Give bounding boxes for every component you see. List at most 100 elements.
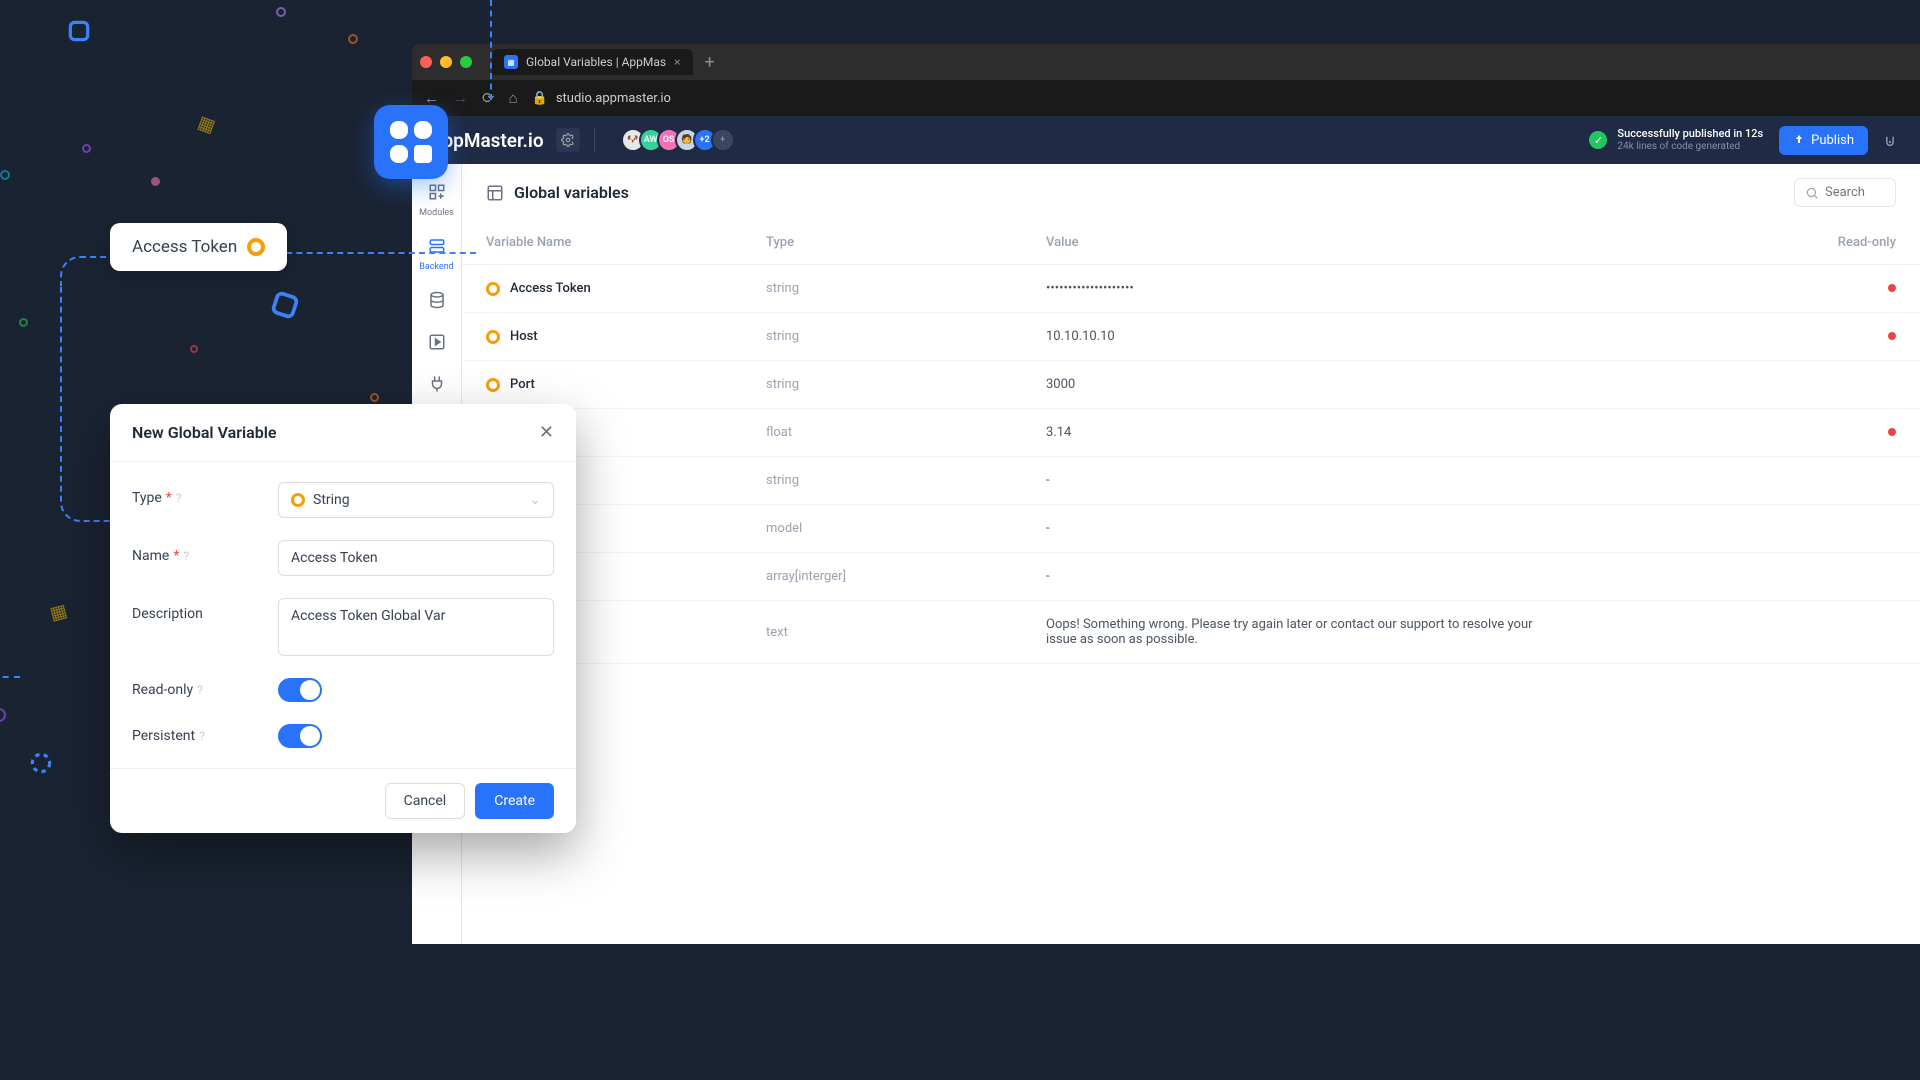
sidebar-item-play[interactable] bbox=[417, 322, 457, 362]
connector-line bbox=[60, 256, 112, 286]
collaborator-avatars: 🐶 AW OS 🧑 +2 + bbox=[627, 128, 735, 152]
help-icon[interactable]: ? bbox=[183, 549, 189, 563]
main-content: Global variables Variable Name Type Valu… bbox=[462, 164, 1920, 944]
connector-line bbox=[490, 0, 492, 100]
table-row[interactable]: array[interger] - bbox=[462, 553, 1920, 601]
readonly-indicator-icon bbox=[1888, 332, 1896, 340]
table-row[interactable]: model - bbox=[462, 505, 1920, 553]
app-logo bbox=[374, 105, 448, 179]
create-button[interactable]: Create bbox=[475, 783, 554, 819]
help-icon[interactable]: ? bbox=[199, 729, 205, 743]
deco-dot-icon bbox=[19, 318, 28, 327]
type-select[interactable]: String ⌄ bbox=[278, 482, 554, 518]
browser-tab-strip: ▦ Global Variables | AppMas × + bbox=[412, 44, 1920, 80]
cancel-button[interactable]: Cancel bbox=[385, 783, 466, 819]
callout-label: Access Token bbox=[132, 237, 237, 257]
type-dot-icon bbox=[486, 378, 500, 392]
url-bar[interactable]: 🔒 studio.appmaster.io bbox=[532, 91, 1908, 106]
table-row[interactable]: text Oops! Something wrong. Please try a… bbox=[462, 601, 1920, 664]
browser-tab[interactable]: ▦ Global Variables | AppMas × bbox=[492, 49, 693, 75]
type-select-value: String bbox=[313, 492, 350, 508]
cell-name: Port bbox=[486, 377, 766, 392]
window-close-icon[interactable] bbox=[420, 56, 432, 68]
type-dot-icon bbox=[486, 330, 500, 344]
field-label-name: Name*? bbox=[132, 540, 278, 564]
string-type-icon bbox=[291, 493, 305, 507]
modal-close-button[interactable]: ✕ bbox=[539, 422, 554, 443]
table-row[interactable]: Host string 10.10.10.10 bbox=[462, 313, 1920, 361]
publish-button[interactable]: Publish bbox=[1779, 126, 1868, 155]
field-label-type: Type*? bbox=[132, 482, 278, 506]
sidebar-item-plug[interactable] bbox=[417, 364, 457, 404]
table-row[interactable]: Port string 3000 bbox=[462, 361, 1920, 409]
col-header-type: Type bbox=[766, 235, 1046, 250]
deco-dot-icon bbox=[0, 170, 10, 180]
nav-forward-icon[interactable]: → bbox=[453, 89, 468, 107]
status-line2: 24k lines of code generated bbox=[1617, 141, 1763, 153]
play-icon bbox=[423, 328, 451, 356]
cell-value: - bbox=[1046, 521, 1816, 536]
table-header: Variable Name Type Value Read-only bbox=[462, 221, 1920, 265]
description-value: Access Token Global Var bbox=[291, 608, 445, 624]
cell-value: Oops! Something wrong. Please try again … bbox=[1046, 617, 1546, 647]
page-header: Global variables bbox=[462, 164, 1920, 221]
col-header-name: Variable Name bbox=[486, 235, 766, 250]
nav-reload-icon[interactable]: ⟳ bbox=[482, 89, 495, 107]
cell-type: string bbox=[766, 329, 1046, 344]
cell-type: model bbox=[766, 521, 1046, 536]
sidebar-item-label: Modules bbox=[419, 208, 454, 218]
browser-window: ▦ Global Variables | AppMas × + ← → ⟳ ⌂ … bbox=[412, 44, 1920, 944]
cell-type: string bbox=[766, 281, 1046, 296]
new-tab-button[interactable]: + bbox=[705, 52, 715, 73]
deco-shape-icon bbox=[66, 18, 92, 44]
window-minimize-icon[interactable] bbox=[440, 56, 452, 68]
readonly-indicator-icon bbox=[1888, 428, 1896, 436]
deco-grid-icon: ▦ bbox=[48, 600, 70, 625]
deco-dot-icon bbox=[0, 708, 6, 722]
help-icon[interactable]: ? bbox=[197, 683, 203, 697]
table-row[interactable]: PI float 3.14 bbox=[462, 409, 1920, 457]
help-icon[interactable]: ? bbox=[176, 491, 182, 505]
type-dot-icon bbox=[486, 282, 500, 296]
gear-icon bbox=[561, 133, 575, 147]
table-row[interactable]: string - bbox=[462, 457, 1920, 505]
chevron-down-icon: ⌄ bbox=[529, 492, 541, 508]
cloud-upload-icon bbox=[1793, 134, 1805, 146]
sidebar-item-database[interactable] bbox=[417, 280, 457, 320]
sidebar-item-modules[interactable]: Modules bbox=[417, 172, 457, 224]
nav-home-icon[interactable]: ⌂ bbox=[509, 89, 518, 107]
modal-body: Type*? String ⌄ Name*? Access Token bbox=[110, 462, 576, 768]
col-header-readonly: Read-only bbox=[1816, 235, 1896, 250]
page-title: Global variables bbox=[514, 183, 629, 202]
tab-close-icon[interactable]: × bbox=[674, 55, 680, 69]
modules-icon bbox=[423, 178, 451, 206]
window-maximize-icon[interactable] bbox=[460, 56, 472, 68]
cell-value: •••••••••••••••••••• bbox=[1046, 281, 1816, 296]
add-collaborator-button[interactable]: + bbox=[711, 128, 735, 152]
cell-value: 3.14 bbox=[1046, 425, 1816, 440]
cell-value: - bbox=[1046, 473, 1816, 488]
field-label-persistent: Persistent? bbox=[132, 728, 278, 744]
persistent-toggle[interactable] bbox=[278, 724, 322, 748]
deco-grid-icon: ▦ bbox=[195, 112, 218, 138]
name-input[interactable]: Access Token bbox=[278, 540, 554, 576]
cell-type: array[interger] bbox=[766, 569, 1046, 584]
readonly-toggle[interactable] bbox=[278, 678, 322, 702]
modal-footer: Cancel Create bbox=[110, 768, 576, 833]
connector-line bbox=[0, 676, 20, 678]
header-extra-icon[interactable]: ⊍ bbox=[1878, 131, 1902, 150]
app-header: AppMaster.io 🐶 AW OS 🧑 +2 + ✓ Successful… bbox=[412, 116, 1920, 164]
col-header-value: Value bbox=[1046, 235, 1816, 250]
search-field[interactable] bbox=[1825, 185, 1885, 200]
new-variable-modal: New Global Variable ✕ Type*? String ⌄ Na… bbox=[110, 404, 576, 833]
cell-type: text bbox=[766, 625, 1046, 640]
deco-shape-icon bbox=[28, 750, 54, 776]
description-textarea[interactable]: Access Token Global Var bbox=[278, 598, 554, 656]
search-input[interactable] bbox=[1794, 178, 1896, 207]
cell-type: float bbox=[766, 425, 1046, 440]
url-text: studio.appmaster.io bbox=[556, 91, 671, 106]
table-row[interactable]: Access Token string •••••••••••••••••••• bbox=[462, 265, 1920, 313]
deco-dot-icon bbox=[348, 34, 358, 44]
lock-icon: 🔒 bbox=[532, 91, 548, 106]
settings-button[interactable] bbox=[556, 128, 580, 152]
